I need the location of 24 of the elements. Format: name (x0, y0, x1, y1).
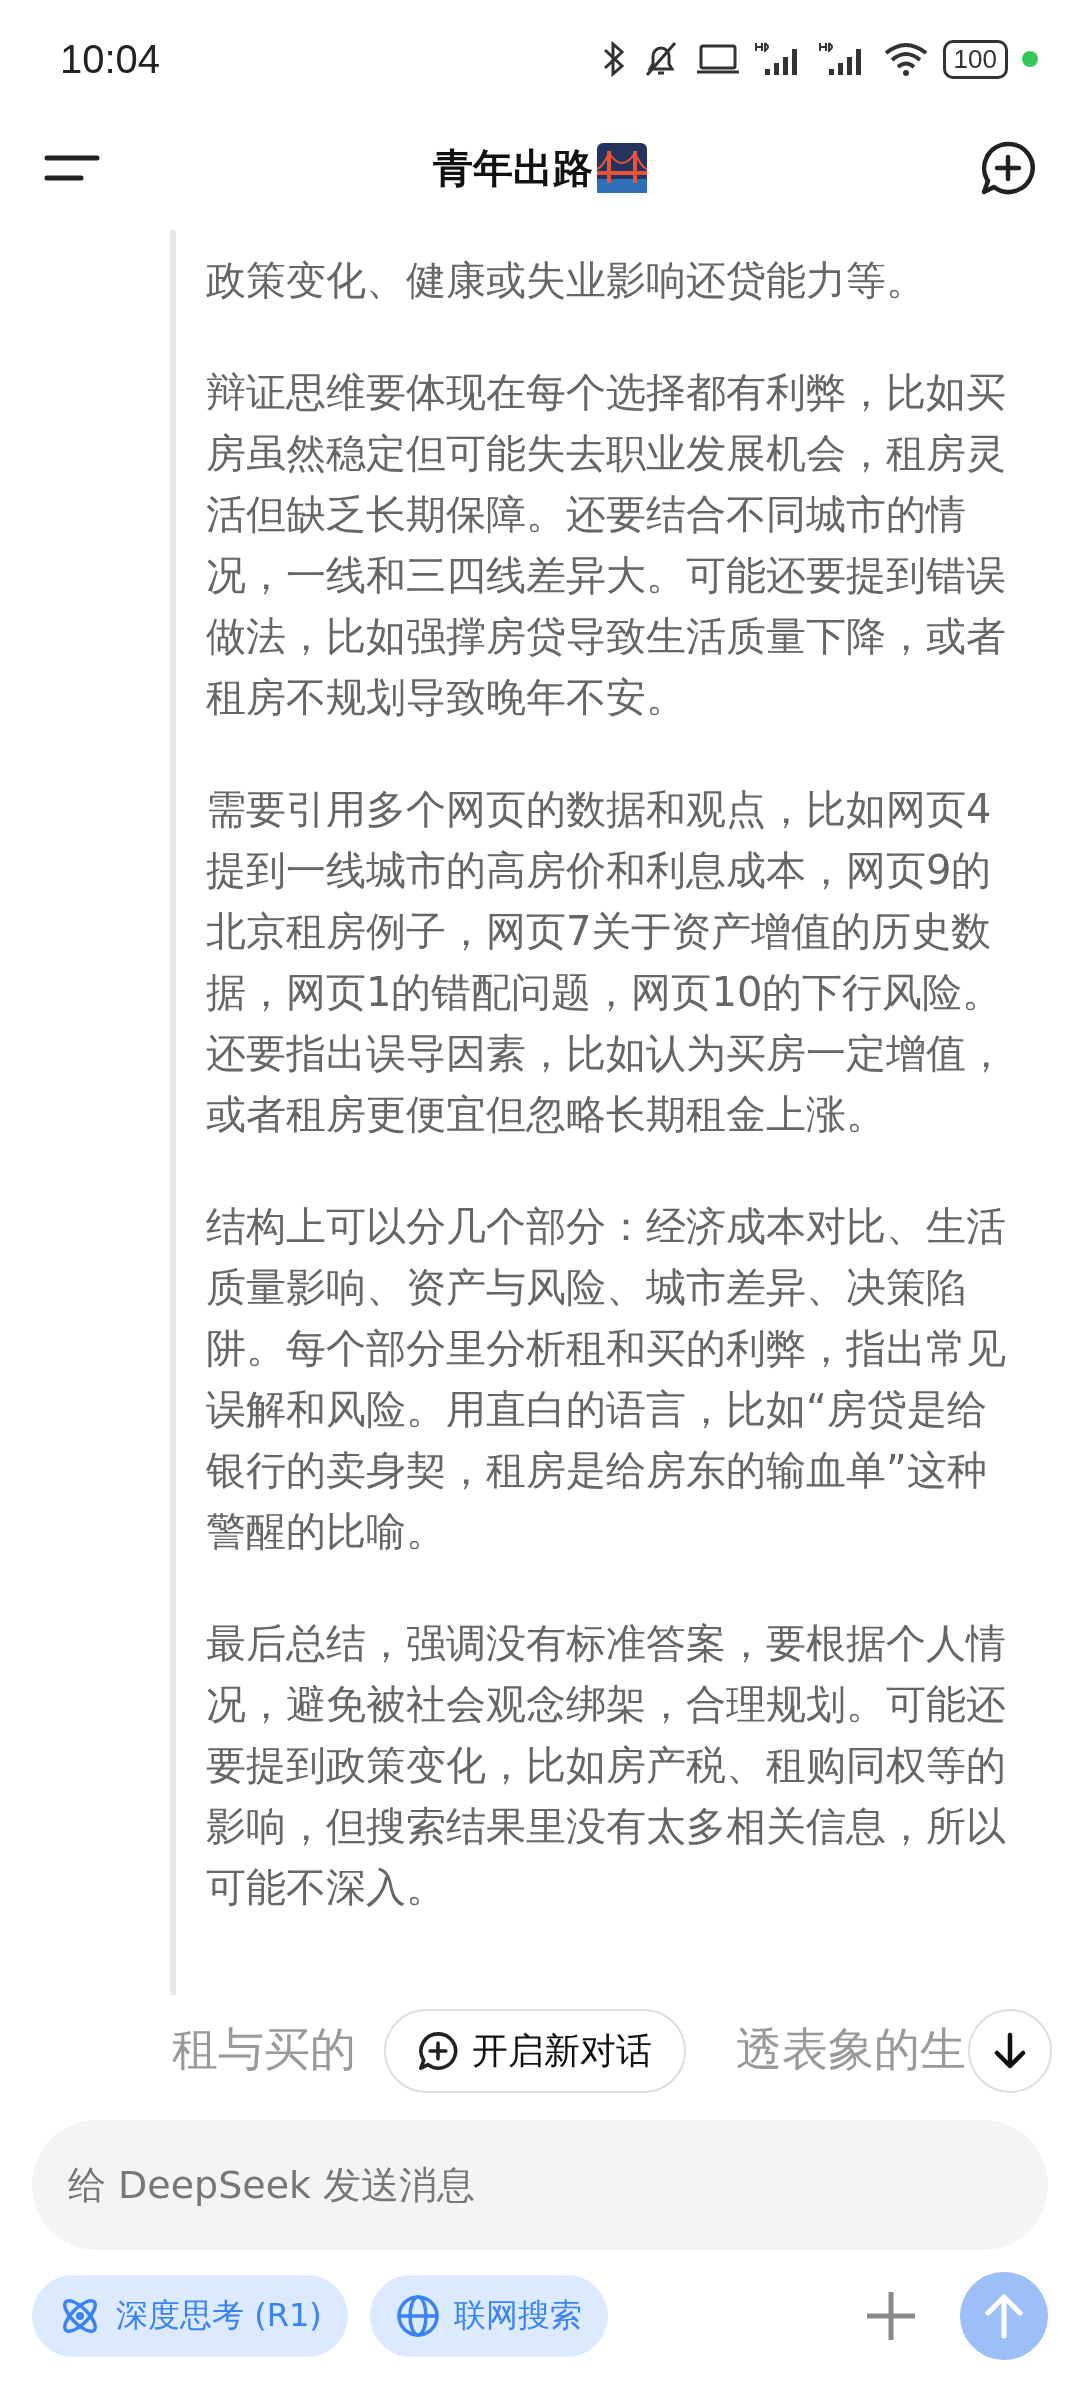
reasoning-paragraph: 政策变化、健康或失业影响还贷能力等。 (206, 256, 927, 305)
menu-icon[interactable] (44, 154, 100, 182)
chat-title: 青年出路 (433, 143, 593, 193)
new-chat-icon[interactable] (980, 140, 1036, 196)
wifi-icon (882, 41, 929, 77)
bridge-icon (597, 143, 647, 193)
new-chat-button[interactable]: 开启新对话 (384, 2009, 686, 2093)
reasoning-paragraph: 辩证思维要体现在每个选择都有利弊，比如买房虽然稳定但可能失去职业发展机会，租房灵活但缺乏长期保障。还要结合不同城市的情况，一线和三四线差异大。可能还要提到错误做法，比如强撑房贷导致生活质量下降，或者租房不规划导致晚年不安。 (206, 368, 1007, 722)
mode-toggle[interactable]: 深度思考 (R1) (32, 2275, 348, 2357)
plus-icon[interactable] (864, 2289, 918, 2343)
battery-indicator: 100 (942, 39, 1008, 79)
privacy-dot-icon (1022, 51, 1038, 67)
new-chat-icon (418, 2031, 458, 2071)
globe-icon (395, 2294, 440, 2338)
mode-toggle[interactable]: 联网搜索 (369, 2275, 608, 2357)
up-arrow-icon (982, 2292, 1026, 2340)
reasoning-paragraph: 需要引用多个网页的数据和观点，比如网页4提到一线城市的高房价和利息成本，网页9的北京租房例子，网页7关于资产增值的历史数据，网页1的错配问题，网页10的下行风险。还要指出误导因素，比如认为买房一定增值，或者租房更便宜但忽略长期租金上涨。 (206, 785, 1007, 1139)
answer-text: 租与买的 (172, 2021, 356, 2078)
reasoning-paragraph: 最后总结，强调没有标准答案，要根据个人情况，避免被社会观念绑架，合理规划。可能还要提到政策变化，比如房产税、租购同权等的影响，但搜索结果里没有太多相关信息，所以可能不深入。 (206, 1619, 1007, 1912)
reasoning-paragraph: 结构上可以分几个部分：经济成本对比、生活质量影响、资产与风险、城市差异、决策陷阱。每个部分里分析租和买的利弊，指出常见误解和风险。用直白的语言，比如“房贷是给银行的卖身契，租房是给房东的输血单”这种警醒的比喻。 (206, 1202, 1007, 1556)
laptop-icon (694, 42, 741, 76)
status-time: 10:04 (60, 36, 161, 82)
message-input[interactable]: 给 DeepSeek 发送消息 (32, 2120, 1048, 2250)
answer-text: 透表象的生 (736, 2021, 966, 2078)
